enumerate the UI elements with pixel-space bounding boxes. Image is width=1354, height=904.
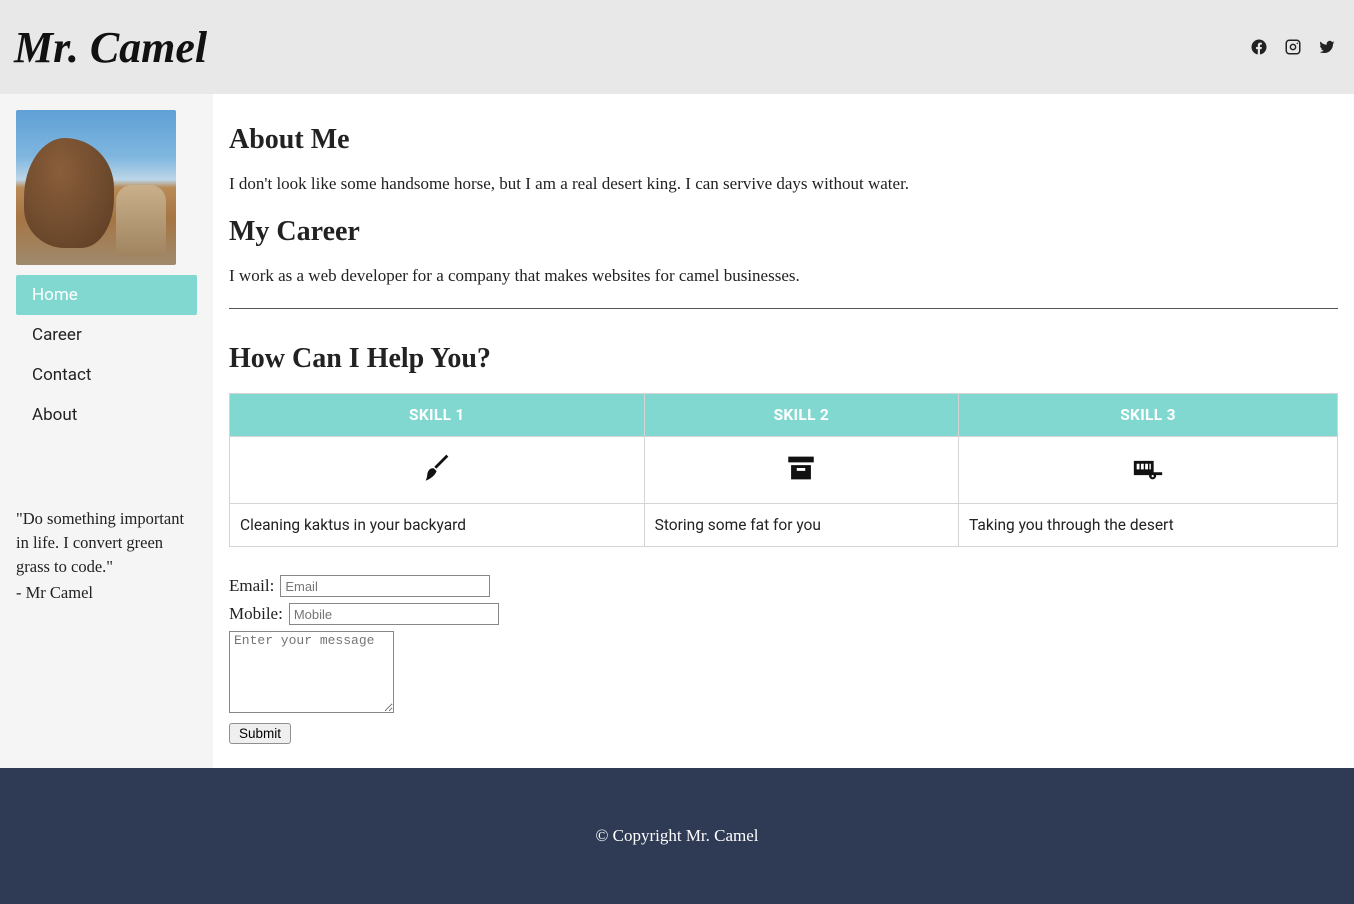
skill-desc-1: Cleaning kaktus in your backyard <box>230 504 645 547</box>
email-label: Email: <box>229 576 274 596</box>
skill-header-2: SKILL 2 <box>644 394 958 437</box>
mobile-field[interactable] <box>289 603 499 625</box>
skill-header-3: SKILL 3 <box>959 394 1338 437</box>
twitter-icon[interactable] <box>1318 38 1336 56</box>
skill-header-1: SKILL 1 <box>230 394 645 437</box>
sidebar-nav: Home Career Contact About <box>16 275 197 435</box>
email-field[interactable] <box>280 575 490 597</box>
quote-text: "Do something important in life. I conve… <box>16 507 197 579</box>
sidebar-item-about[interactable]: About <box>16 395 197 435</box>
contact-form: Email: Mobile: Submit <box>229 575 1338 744</box>
mobile-label: Mobile: <box>229 604 283 624</box>
help-heading: How Can I Help You? <box>229 343 1338 375</box>
sidebar: Home Career Contact About "Do something … <box>0 94 213 768</box>
broom-icon <box>230 437 645 504</box>
about-heading: About Me <box>229 124 1338 156</box>
career-text: I work as a web developer for a company … <box>229 266 1338 286</box>
skills-table: SKILL 1 SKILL 2 SKILL 3 Cleaning kaktus … <box>229 393 1338 547</box>
footer-text: © Copyright Mr. Camel <box>595 826 758 845</box>
skill-desc-2: Storing some fat for you <box>644 504 958 547</box>
divider <box>229 308 1338 309</box>
sidebar-quote: "Do something important in life. I conve… <box>16 507 197 605</box>
sidebar-item-home[interactable]: Home <box>16 275 197 315</box>
brand-title: Mr. Camel <box>14 22 207 73</box>
site-header: Mr. Camel <box>0 0 1354 94</box>
facebook-icon[interactable] <box>1250 38 1268 56</box>
instagram-icon[interactable] <box>1284 38 1302 56</box>
archive-icon <box>644 437 958 504</box>
sidebar-item-career[interactable]: Career <box>16 315 197 355</box>
social-links <box>1250 38 1336 56</box>
table-desc-row: Cleaning kaktus in your backyard Storing… <box>230 504 1338 547</box>
table-icon-row <box>230 437 1338 504</box>
table-header-row: SKILL 1 SKILL 2 SKILL 3 <box>230 394 1338 437</box>
quote-author: - Mr Camel <box>16 581 197 605</box>
message-field[interactable] <box>229 631 394 713</box>
main-content: About Me I don't look like some handsome… <box>213 94 1354 768</box>
skill-desc-3: Taking you through the desert <box>959 504 1338 547</box>
submit-button[interactable]: Submit <box>229 723 291 744</box>
trailer-icon <box>959 437 1338 504</box>
avatar <box>16 110 176 265</box>
site-footer: © Copyright Mr. Camel <box>0 768 1354 904</box>
sidebar-item-contact[interactable]: Contact <box>16 355 197 395</box>
career-heading: My Career <box>229 216 1338 248</box>
about-text: I don't look like some handsome horse, b… <box>229 174 1338 194</box>
